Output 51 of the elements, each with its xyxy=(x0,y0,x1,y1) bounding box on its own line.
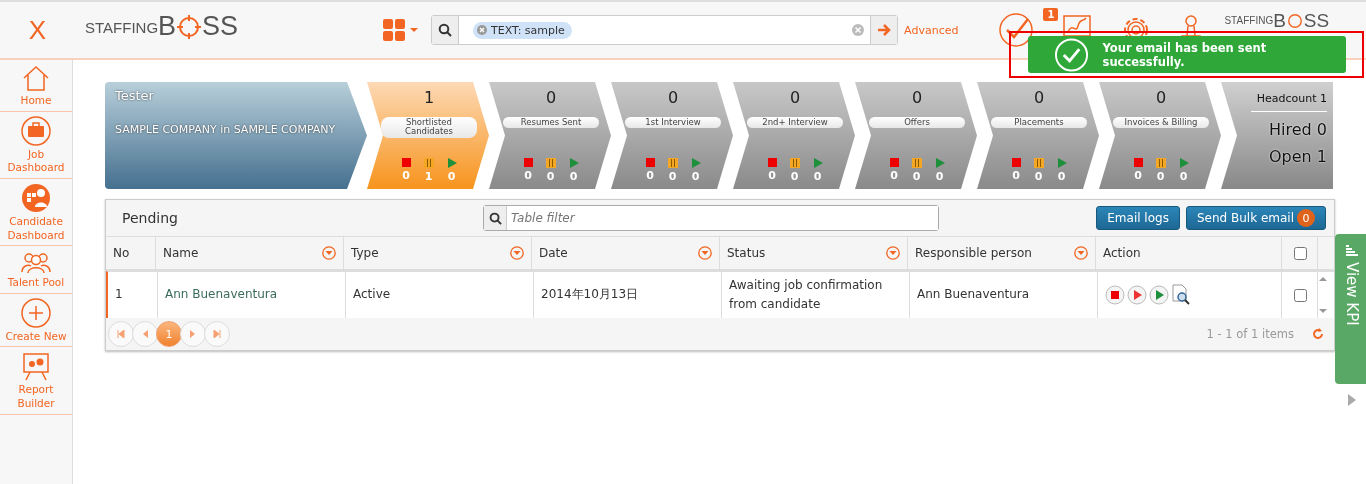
stage-label: 1st Interview xyxy=(625,117,721,129)
company-name: SAMPLE COMPANY in SAMPLE COMPANY xyxy=(115,123,337,136)
active-count: 0 xyxy=(569,170,578,183)
table-cell-text: Active xyxy=(353,286,391,304)
active-count: 0 xyxy=(691,170,700,183)
table-cell-text: Awaiting job confirmation from candidate xyxy=(729,276,884,313)
active-count: 0 xyxy=(1179,170,1188,183)
table-cell-text: 2014年10月13日 xyxy=(541,286,639,304)
stage-label: 2nd+ Interview xyxy=(747,117,843,129)
paused-count: 0 xyxy=(668,170,677,183)
open-count: Open 1 xyxy=(1269,147,1327,166)
job-title: Tester xyxy=(115,88,155,103)
stage-count: 0 xyxy=(789,88,801,107)
headcount-label: Headcount 1 xyxy=(1251,92,1327,112)
paused-count: 1 xyxy=(424,170,433,183)
stage-label: Offers xyxy=(869,117,965,129)
hired-count: Hired 0 xyxy=(1269,120,1327,139)
notification-badge: 1 xyxy=(1043,8,1059,21)
active-count: 0 xyxy=(1057,170,1066,183)
paused-count: 0 xyxy=(1156,170,1165,183)
stopped-count: 0 xyxy=(890,169,898,182)
stopped-count: 0 xyxy=(646,169,654,182)
active-count: 0 xyxy=(447,170,456,183)
stopped-count: 0 xyxy=(1134,169,1142,182)
stopped-count: 0 xyxy=(768,169,776,182)
stopped-count: 0 xyxy=(524,169,532,182)
pager-summary: 1 - 1 of 1 items xyxy=(1206,327,1294,341)
stage-label: Shortlisted Candidates xyxy=(381,117,477,138)
stage-label: Placements xyxy=(991,117,1087,129)
stage-count: 0 xyxy=(667,88,679,107)
active-count: 0 xyxy=(813,170,822,183)
paused-count: 0 xyxy=(1034,170,1043,183)
stage-count: 0 xyxy=(1033,88,1045,107)
stage-count: 0 xyxy=(1155,88,1167,107)
table-cell-text: Ann Buenaventura xyxy=(917,286,1030,304)
paused-count: 0 xyxy=(546,170,555,183)
count-badge: 0 xyxy=(1297,209,1315,227)
stage-label: Resumes Sent xyxy=(503,117,599,129)
stage-count: 1 xyxy=(423,88,435,107)
stage-label: Invoices & Billing xyxy=(1113,117,1209,129)
logo: STAFFINGB SS xyxy=(85,12,239,43)
toast-message: Your email has been sent successfully. xyxy=(1102,40,1268,69)
stage-count: 0 xyxy=(545,88,557,107)
stopped-count: 0 xyxy=(402,169,410,182)
panel-title: Pending xyxy=(122,210,179,226)
stopped-count: 0 xyxy=(1012,169,1020,182)
paused-count: 0 xyxy=(790,170,799,183)
table-cell-text: 1 xyxy=(115,286,123,304)
stage-count: 0 xyxy=(911,88,923,107)
paused-count: 0 xyxy=(912,170,921,183)
active-count: 0 xyxy=(935,170,944,183)
